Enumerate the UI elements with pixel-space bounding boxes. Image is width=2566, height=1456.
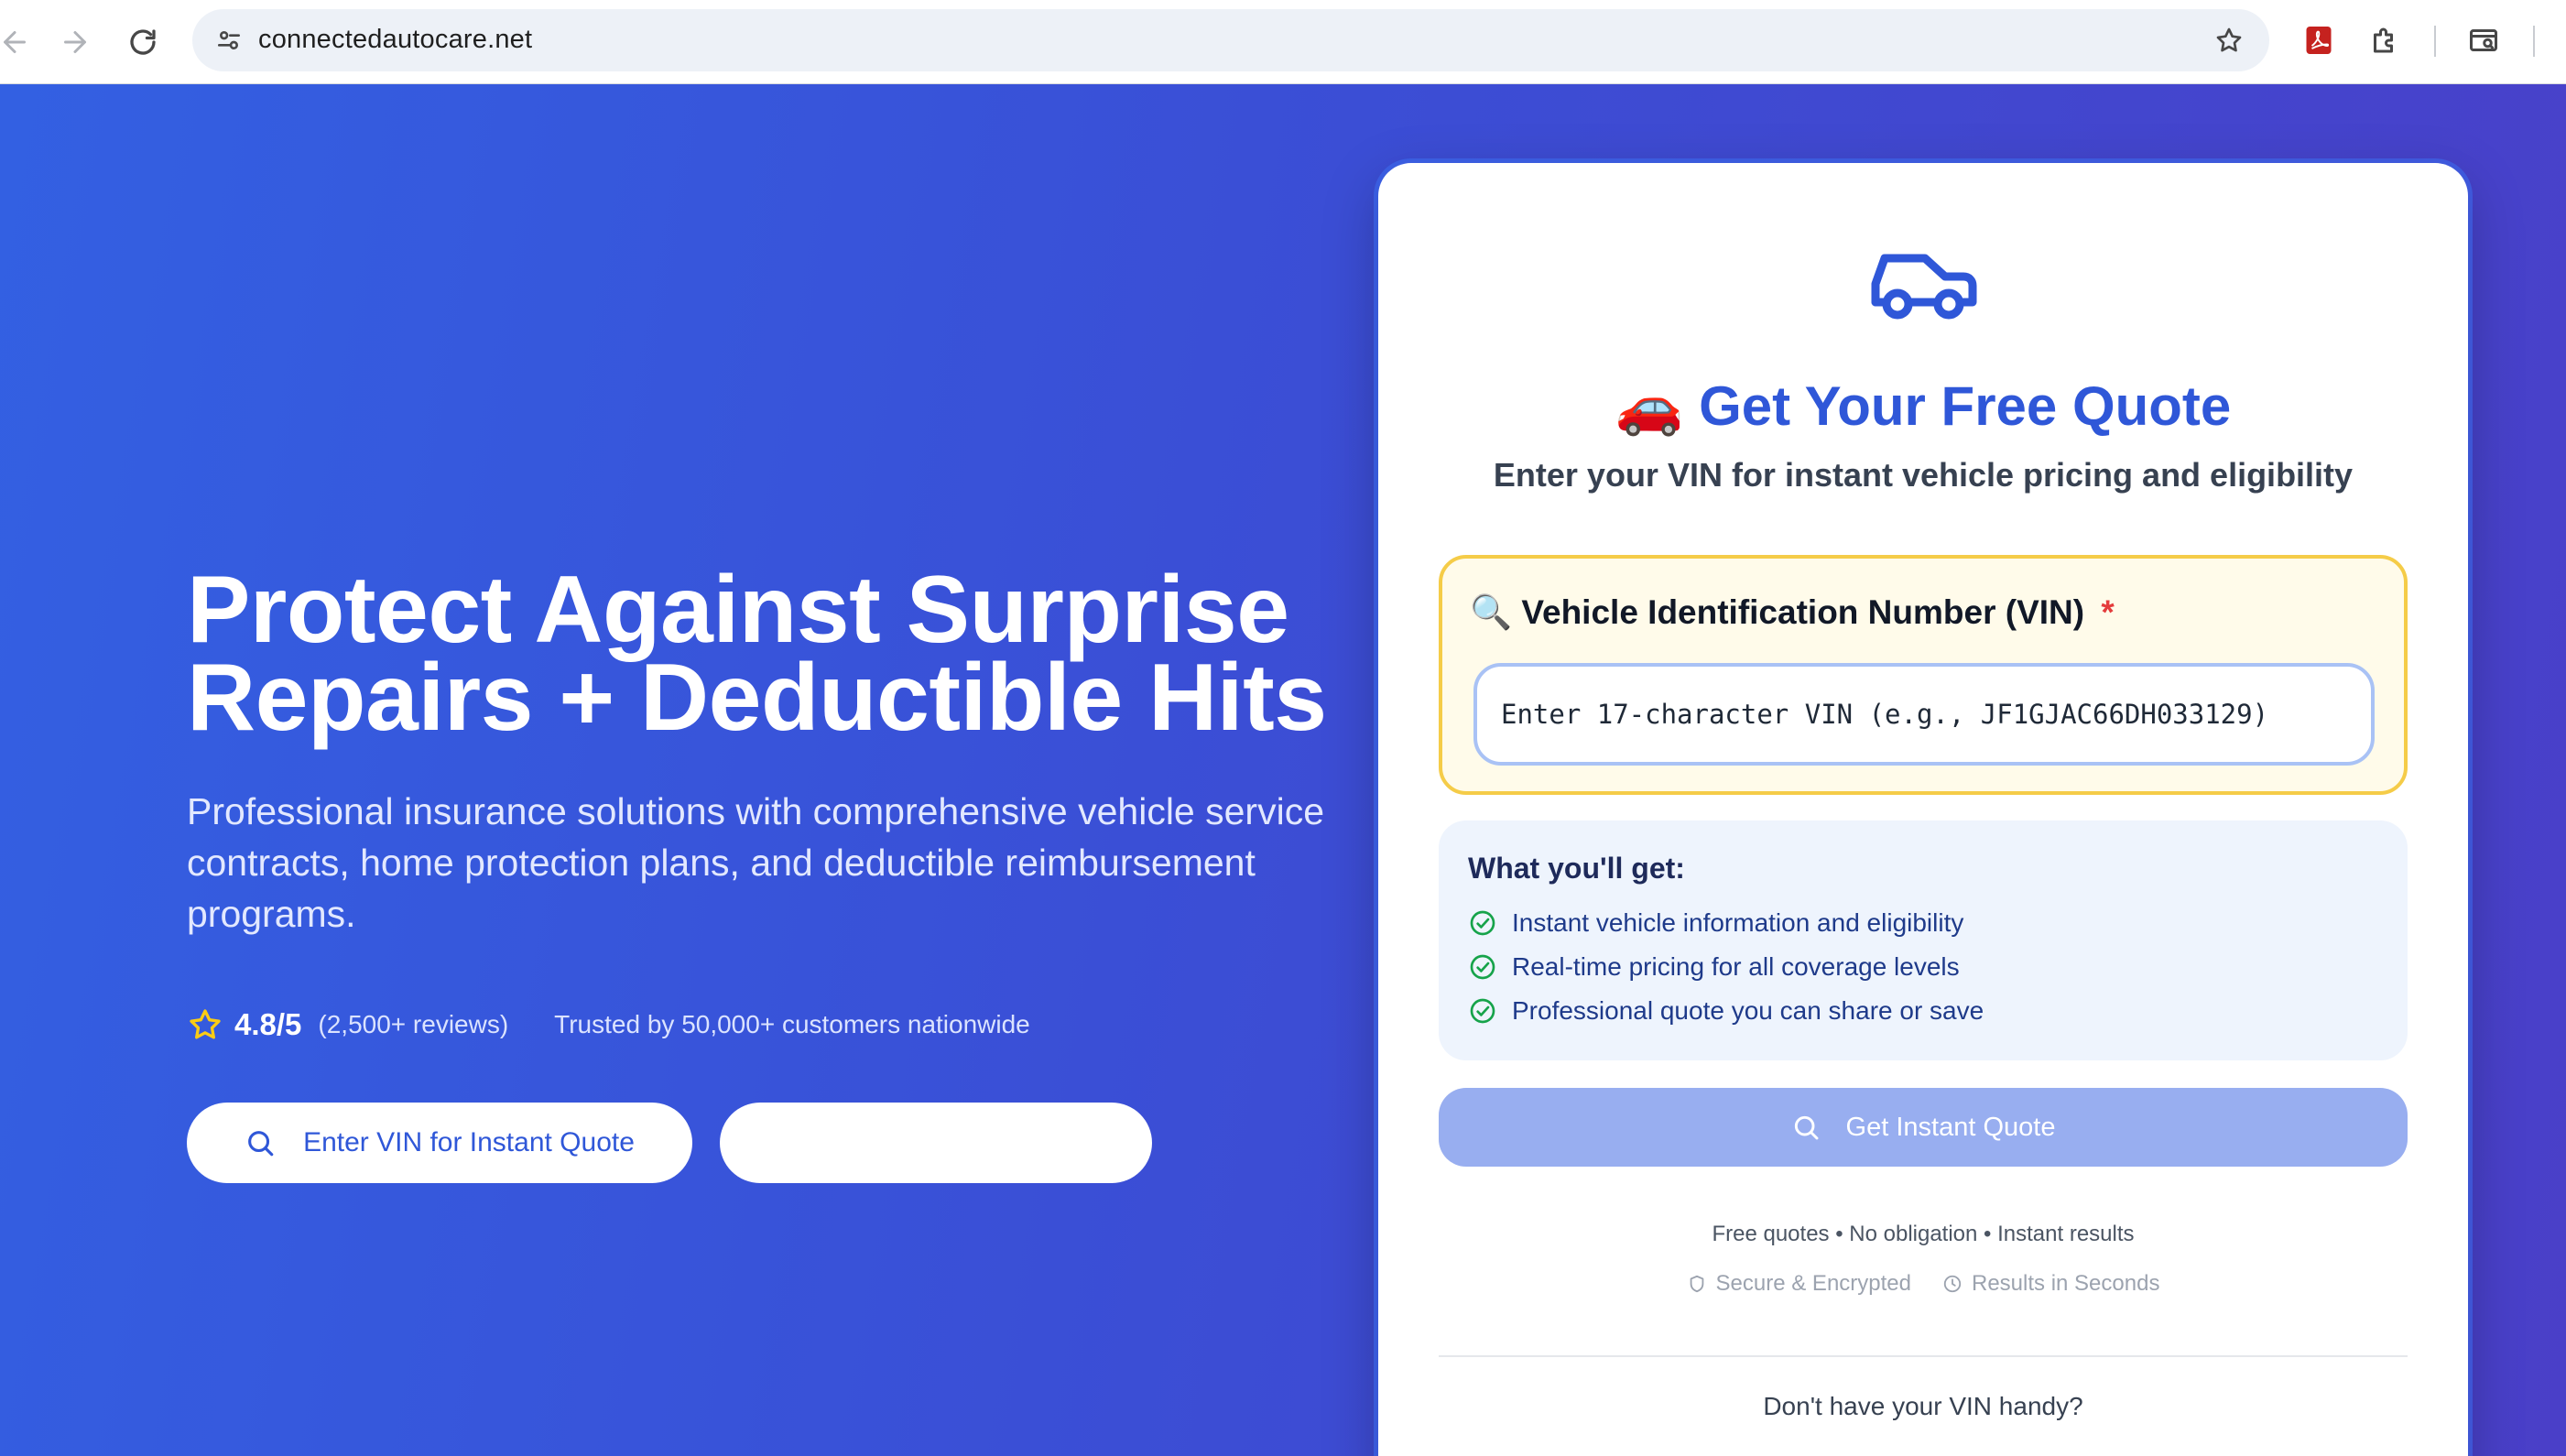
quote-card: 🚗 Get Your Free Quote Enter your VIN for… xyxy=(1378,163,2468,1456)
secure-badge: Secure & Encrypted xyxy=(1687,1271,1911,1297)
benefit-text: Real-time pricing for all coverage level… xyxy=(1512,952,1960,981)
secondary-cta-button[interactable] xyxy=(720,1103,1152,1183)
puzzle-icon xyxy=(2374,27,2393,53)
get-instant-quote-button[interactable]: Get Instant Quote xyxy=(1439,1088,2408,1167)
rating-row: 4.8/5 (2,500+ reviews) Trusted by 50,000… xyxy=(187,1004,1030,1046)
car-icon xyxy=(1871,254,1977,320)
search-icon xyxy=(1794,1115,1818,1140)
enter-vin-button-label: Enter VIN for Instant Quote xyxy=(303,1127,635,1157)
benefit-text: Professional quote you can share or save xyxy=(1512,996,1984,1025)
quote-card-title: 🚗 Get Your Free Quote xyxy=(1615,375,2232,437)
quote-fineprint: Free quotes • No obligation • Instant re… xyxy=(1712,1222,2135,1246)
required-marker: * xyxy=(2101,593,2115,631)
bookmark-button[interactable] xyxy=(2209,20,2249,60)
check-circle-icon xyxy=(1470,910,1495,936)
shield-icon xyxy=(1690,1275,1703,1293)
benefits-box: What you'll get: Instant vehicle informa… xyxy=(1439,820,2408,1060)
benefit-item: Real-time pricing for all coverage level… xyxy=(1468,949,1960,985)
side-panel-button[interactable] xyxy=(2462,18,2506,62)
hero-subtitle: Professional insurance solutions with co… xyxy=(187,790,1324,935)
vin-input[interactable] xyxy=(1473,663,2375,766)
reload-button[interactable] xyxy=(117,16,169,68)
address-bar[interactable]: connectedautocare.net xyxy=(192,9,2269,71)
arrow-right-icon xyxy=(64,31,86,53)
arrow-left-icon xyxy=(4,31,26,53)
secure-badge-text: Secure & Encrypted xyxy=(1715,1271,1911,1296)
pdf-icon xyxy=(2306,27,2332,54)
reload-icon xyxy=(130,29,156,55)
benefit-item: Instant vehicle information and eligibil… xyxy=(1468,905,1963,941)
clock-icon xyxy=(1943,1275,1962,1293)
star-icon xyxy=(190,1009,221,1039)
benefit-item: Professional quote you can share or save xyxy=(1468,993,1984,1029)
toolbar-divider xyxy=(2434,26,2436,57)
browser-toolbar: connectedautocare.net xyxy=(0,0,2566,84)
check-circle-icon xyxy=(1470,954,1495,980)
no-vin-prompt: Don't have your VIN handy? xyxy=(1763,1392,2083,1420)
hero-title: Protect Against Surprise Repairs + Deduc… xyxy=(187,562,1377,745)
quote-card-subtitle: Enter your VIN for instant vehicle prici… xyxy=(1493,456,2354,494)
hero-section: Protect Against Surprise Repairs + Deduc… xyxy=(0,84,2566,1456)
check-circle-icon xyxy=(1470,998,1495,1024)
magnifier-icon: 🔍 xyxy=(1470,593,1513,631)
site-info-button[interactable] xyxy=(209,20,249,60)
url-text[interactable]: connectedautocare.net xyxy=(258,25,532,55)
benefits-title: What you'll get: xyxy=(1468,852,1685,885)
forward-button[interactable] xyxy=(49,16,101,68)
pdf-extension-button[interactable] xyxy=(2297,18,2341,62)
get-instant-quote-label: Get Instant Quote xyxy=(1845,1112,2056,1142)
vin-label-text: Vehicle Identification Number (VIN) xyxy=(1521,593,2085,631)
hero-title-line-2: Repairs + Deductible Hits xyxy=(187,645,1327,751)
speed-badge: Results in Seconds xyxy=(1942,1271,2159,1297)
trust-badges: Secure & Encrypted Results in Seconds xyxy=(1378,1271,2468,1297)
extensions-button[interactable] xyxy=(2363,18,2407,62)
vin-field-group: 🔍 Vehicle Identification Number (VIN) * xyxy=(1439,555,2408,795)
card-divider xyxy=(1439,1355,2408,1357)
rating-value: 4.8/5 xyxy=(234,1007,302,1041)
review-count: (2,500+ reviews) xyxy=(318,1010,509,1038)
search-panel-icon xyxy=(2470,29,2497,51)
speed-badge-text: Results in Seconds xyxy=(1972,1271,2160,1296)
vin-label: 🔍 Vehicle Identification Number (VIN) * xyxy=(1470,593,2115,633)
tune-icon xyxy=(218,31,240,49)
trusted-by-text: Trusted by 50,000+ customers nationwide xyxy=(554,1010,1030,1038)
enter-vin-button[interactable]: Enter VIN for Instant Quote xyxy=(187,1103,692,1183)
search-icon xyxy=(248,1131,274,1157)
star-outline-icon xyxy=(2216,27,2242,52)
benefit-text: Instant vehicle information and eligibil… xyxy=(1512,908,1964,937)
back-button[interactable] xyxy=(0,16,40,68)
toolbar-divider xyxy=(2533,26,2535,57)
